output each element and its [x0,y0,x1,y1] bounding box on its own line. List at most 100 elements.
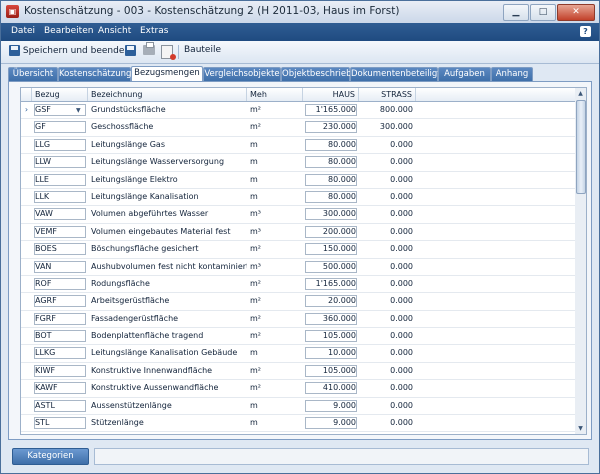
column-header-strass[interactable]: STRASS [359,88,416,101]
cell-bezug[interactable]: AGRF [32,293,88,309]
menu-extras[interactable]: Extras [140,26,168,36]
cell-bezug[interactable]: BOT [32,328,88,344]
cell-haus[interactable]: 10.000 [303,345,359,361]
cell-haus[interactable]: 1'165.000 [303,276,359,292]
row-selector[interactable] [21,119,32,135]
scroll-up-icon[interactable]: ▲ [575,88,586,99]
cell-strass[interactable]: 0.000 [359,224,416,240]
cell-bezug[interactable]: LLK [32,189,88,205]
cell-haus[interactable]: 9.000 [303,415,359,431]
tab-uebersicht[interactable]: Übersicht [8,67,58,81]
cell-haus[interactable]: 300.000 [303,206,359,222]
cell-haus[interactable]: 9.000 [303,398,359,414]
table-row[interactable]: KAWF Konstruktive Aussenwandfläche m² 410.0… [21,380,576,398]
table-row[interactable]: STL Stützenlänge m 9.000 0.000 [21,415,576,433]
table-row[interactable]: BOES Böschungsfläche gesichert m² 150.000 0.… [21,241,576,259]
row-selector[interactable] [21,189,32,205]
table-row[interactable]: KIWF Konstruktive Innenwandfläche m² 105.00… [21,363,576,381]
haus-input-box[interactable] [305,434,357,435]
table-row[interactable]: VAW Volumen abgeführtes Wasser m³ 300.000 0.… [21,206,576,224]
tab-bezugsmengen[interactable]: Bezugsmengen [131,66,203,81]
cell-strass[interactable]: 0.000 [359,398,416,414]
kategorien-button[interactable]: Kategorien [12,448,89,465]
row-selector[interactable] [21,345,32,361]
table-row[interactable]: LLK Leitungslänge Kanalisation m 80.000 0.00… [21,189,576,207]
tab-anhang[interactable]: Anhang [491,67,533,81]
cell-haus[interactable]: 80.000 [303,137,359,153]
vertical-scrollbar[interactable]: ▲ ▼ [575,87,587,435]
column-header-bezeichnung[interactable]: Bezeichnung [88,88,247,101]
export-button[interactable] [161,45,176,60]
row-selector[interactable] [21,432,32,434]
scroll-thumb[interactable] [576,100,586,194]
cell-strass[interactable]: 0.000 [359,172,416,188]
row-selector[interactable] [21,224,32,240]
cell-strass[interactable]: 0.000 [359,259,416,275]
tab-aufgaben[interactable]: Aufgaben [438,67,491,81]
tab-vergleichsobjekte[interactable]: Vergleichsobjekte [203,67,281,81]
cell-strass[interactable]: 800.000 [359,102,416,118]
row-selector[interactable] [21,311,32,327]
cell-haus[interactable]: 105.000 [303,363,359,379]
cell-haus[interactable]: 200.000 [303,224,359,240]
cell-haus[interactable]: 410.000 [303,380,359,396]
cell-bezug[interactable]: VAW [32,206,88,222]
minimize-button[interactable]: ▁ [503,4,529,21]
help-icon[interactable]: ? [580,26,591,37]
cell-strass[interactable]: 0.000 [359,154,416,170]
row-selector[interactable] [21,172,32,188]
row-selector[interactable] [21,328,32,344]
table-row[interactable]: AGRF Arbeitsgerüstfläche m² 20.000 0.000 [21,293,576,311]
cell-strass[interactable]: 0.000 [359,345,416,361]
cell-haus[interactable]: 80.000 [303,189,359,205]
cell-haus[interactable]: 230.000 [303,119,359,135]
row-selector[interactable] [21,259,32,275]
table-row[interactable]: LLKG Leitungslänge Kanalisation Gebäude m 1… [21,345,576,363]
row-selector[interactable] [21,276,32,292]
cell-bezug[interactable]: VEMF [32,224,88,240]
table-row[interactable]: VEMF Volumen eingebautes Material fest m³ 2… [21,224,576,242]
table-row[interactable]: FGRF Fassadengerüstfläche m² 360.000 0.000 [21,311,576,329]
cell-strass[interactable]: 0.000 [359,432,416,434]
cell-bezug[interactable]: LLE [32,172,88,188]
cell-haus[interactable]: 105.000 [303,328,359,344]
cell-haus[interactable]: 80.000 [303,154,359,170]
column-header-bezug[interactable]: Bezug [32,88,88,101]
bauteile-button[interactable]: Bauteile [184,45,221,55]
cell-bezug[interactable]: FGRF [32,311,88,327]
table-row[interactable]: VAN Aushubvolumen fest nicht kontaminiert… [21,259,576,276]
tab-kostenschaetzung[interactable]: Kostenschätzung [58,67,131,81]
cell-bezug[interactable]: ASTL [32,398,88,414]
table-row[interactable]: GF Geschossfläche m² 230.000 300.000 [21,119,576,137]
save-and-close-button[interactable]: Speichern und beenden [9,45,130,56]
cell-haus[interactable]: 15.000 [303,432,359,434]
cell-bezug[interactable]: VAN [32,259,88,275]
cell-bezug[interactable]: GF [32,119,88,135]
cell-haus[interactable]: 80.000 [303,172,359,188]
cell-haus[interactable]: 500.000 [303,259,359,275]
cell-bezug[interactable]: KAWF [32,380,88,396]
row-selector[interactable] [21,241,32,257]
cell-strass[interactable]: 0.000 [359,415,416,431]
row-selector[interactable] [21,206,32,222]
cell-haus[interactable]: 1'165.000 [303,102,359,118]
row-selector[interactable] [21,398,32,414]
cell-bezug[interactable]: PFTR [32,432,88,434]
table-row[interactable]: ASTL Aussenstützenlänge m 9.000 0.000 [21,398,576,416]
cell-bezug[interactable]: STL [32,415,88,431]
table-row[interactable]: › GSF ▼ Grundstücksfläche m² 1'165.000 800.000 [21,102,576,120]
column-header-meh[interactable]: Meh [247,88,303,101]
cell-strass[interactable]: 300.000 [359,119,416,135]
cell-strass[interactable]: 0.000 [359,137,416,153]
column-header-haus[interactable]: HAUS [303,88,359,101]
row-selector[interactable] [21,380,32,396]
maximize-button[interactable]: □ [530,4,556,21]
menu-datei[interactable]: Datei [11,26,35,36]
table-row[interactable]: BOT Bodenplattenfläche tragend m² 105.000 0.… [21,328,576,346]
cell-bezug[interactable]: LLG [32,137,88,153]
cell-strass[interactable]: 0.000 [359,241,416,257]
bezug-input-box[interactable] [34,434,86,435]
cell-haus[interactable]: 150.000 [303,241,359,257]
table-row[interactable]: PFTRProjektionsfläche Treppe und Rampem²… [21,432,576,435]
menu-bearbeiten[interactable]: Bearbeiten [44,26,93,36]
